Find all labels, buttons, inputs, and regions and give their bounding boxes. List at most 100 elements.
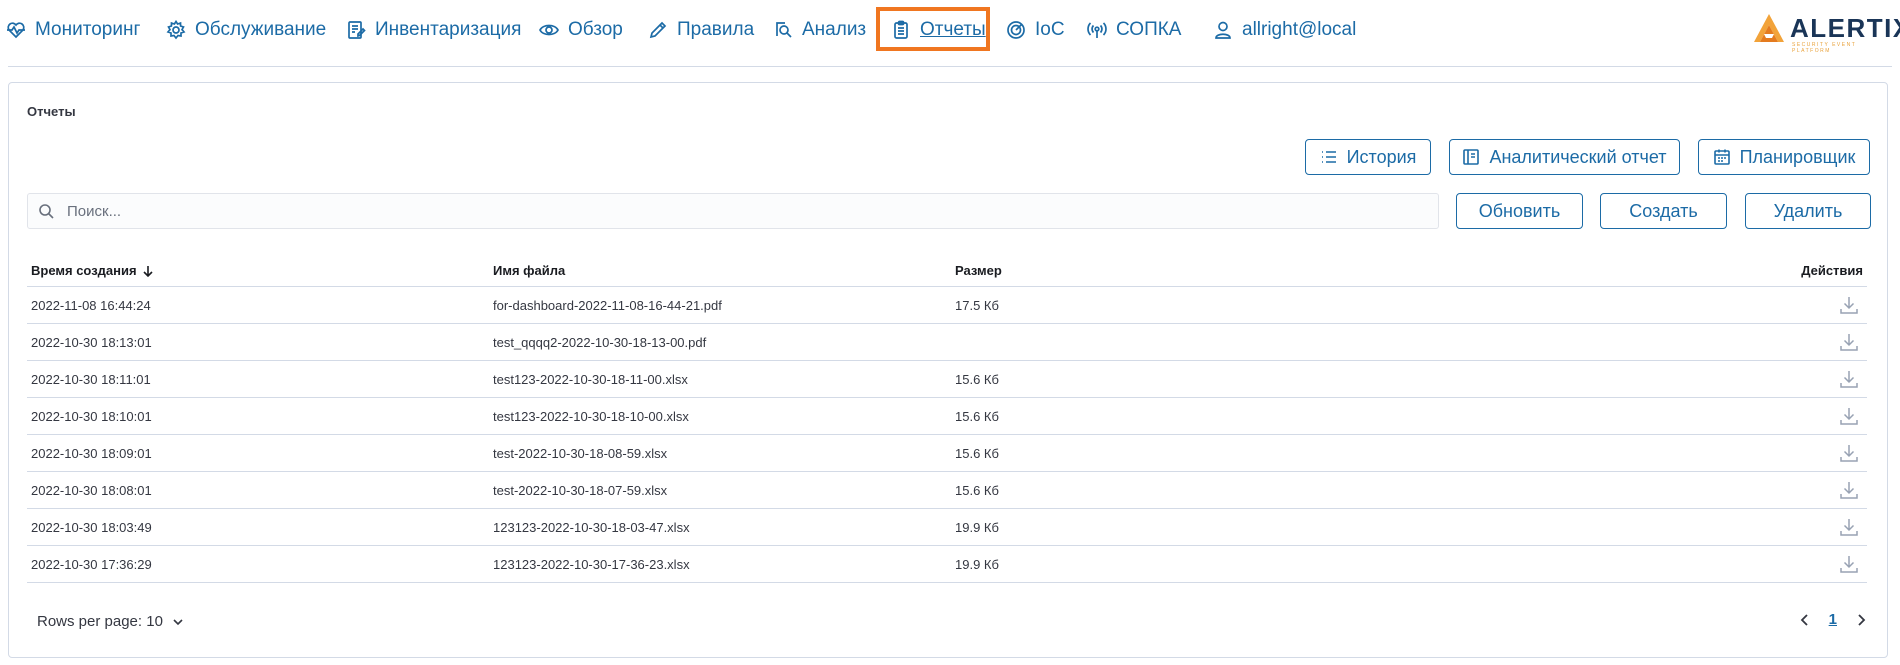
- panel-title: Отчеты: [27, 104, 76, 119]
- pagination: 1: [1797, 611, 1869, 628]
- cell-size: 19.9 Кб: [955, 520, 999, 535]
- column-header-actions-label: Действия: [1801, 263, 1863, 278]
- column-header-filename: Имя файла: [493, 263, 565, 278]
- cell-size: 15.6 Кб: [955, 409, 999, 424]
- history-button[interactable]: История: [1305, 139, 1431, 175]
- download-icon: [1840, 408, 1858, 425]
- chevron-left-icon: [1800, 613, 1808, 626]
- cell-size: 15.6 Кб: [955, 483, 999, 498]
- table-row: 2022-10-30 18:10:01 test123-2022-10-30-1…: [27, 398, 1867, 435]
- scheduler-button[interactable]: Планировщик: [1698, 139, 1870, 175]
- next-page-button[interactable]: [1853, 612, 1869, 628]
- search-box: [27, 193, 1439, 229]
- download-button[interactable]: [1839, 295, 1859, 315]
- cell-size: 19.9 Кб: [955, 557, 999, 572]
- cell-filename: test123-2022-10-30-18-10-00.xlsx: [493, 409, 689, 424]
- reports-panel: Отчеты История Аналитический отчет Плани…: [8, 82, 1888, 658]
- scheduler-button-label: Планировщик: [1739, 146, 1856, 167]
- cell-filename: test-2022-10-30-18-07-59.xlsx: [493, 483, 668, 498]
- cell-filename: for-dashboard-2022-11-08-16-44-21.pdf: [493, 298, 722, 313]
- calendar-icon: [1713, 149, 1730, 165]
- table-row: 2022-10-30 18:09:01 test-2022-10-30-18-0…: [27, 435, 1867, 472]
- create-button[interactable]: Создать: [1600, 193, 1727, 229]
- nav-label: СОПКА: [1116, 19, 1182, 40]
- search-doc-icon: [776, 22, 792, 38]
- table-row: 2022-10-30 18:11:01 test123-2022-10-30-1…: [27, 361, 1867, 398]
- previous-page-button[interactable]: [1797, 612, 1813, 628]
- nav-item-rules[interactable]: Правила: [648, 18, 754, 42]
- column-header-filename-label: Имя файла: [493, 263, 566, 278]
- gear-icon: [166, 20, 186, 40]
- column-header-actions: Действия: [1801, 263, 1863, 278]
- nav-item-monitoring[interactable]: Мониторинг: [6, 18, 140, 42]
- top-navigation: Мониторинг Обслуживание Инвентаризация О…: [0, 0, 1900, 66]
- download-icon: [1840, 334, 1858, 351]
- nav-item-inventory[interactable]: Инвентаризация: [346, 18, 521, 42]
- alertix-logo: ALERTIX SECURITY EVENT PLATFORM: [1752, 12, 1900, 54]
- nav-item-overview[interactable]: Обзор: [539, 18, 623, 42]
- download-button[interactable]: [1839, 406, 1859, 426]
- chevron-right-icon: [1858, 613, 1866, 626]
- nav-item-maintenance[interactable]: Обслуживание: [166, 18, 326, 42]
- nav-divider: [8, 66, 1892, 67]
- download-button[interactable]: [1839, 517, 1859, 537]
- heart-pulse-icon: [7, 22, 25, 39]
- cell-filename: test_qqqq2-2022-10-30-18-13-00.pdf: [493, 335, 707, 350]
- nav-label: Инвентаризация: [375, 19, 522, 40]
- rows-per-page-select[interactable]: Rows per page: 10: [37, 613, 185, 630]
- refresh-button-label: Обновить: [1478, 200, 1561, 221]
- nav-label: allright@local: [1242, 19, 1357, 40]
- user-icon: [1215, 21, 1231, 39]
- active-nav-highlight: [876, 7, 990, 51]
- table-row: 2022-10-30 18:13:01 test_qqqq2-2022-10-3…: [27, 324, 1867, 361]
- nav-label: Обслуживание: [195, 19, 327, 40]
- cell-created: 2022-10-30 18:09:01: [31, 446, 152, 461]
- delete-button-label: Удалить: [1773, 200, 1843, 221]
- cell-created: 2022-10-30 18:11:01: [31, 372, 151, 387]
- nav-item-user[interactable]: allright@local: [1213, 18, 1356, 42]
- refresh-button[interactable]: Обновить: [1456, 193, 1583, 229]
- broadcast-icon: [1087, 22, 1107, 38]
- book-icon: [1463, 149, 1480, 165]
- nav-item-ioc[interactable]: IoC: [1006, 18, 1065, 42]
- nav-label: Правила: [677, 19, 755, 40]
- column-header-created[interactable]: Время создания: [31, 263, 155, 278]
- nav-item-sopka[interactable]: СОПКА: [1087, 18, 1181, 42]
- cell-size: 17.5 Кб: [955, 298, 999, 313]
- table-row: 2022-10-30 17:36:29 123123-2022-10-30-17…: [27, 546, 1867, 583]
- cell-filename: test123-2022-10-30-18-11-00.xlsx: [493, 372, 688, 387]
- column-header-size-label: Размер: [955, 263, 1002, 278]
- table-row: 2022-11-08 16:44:24 for-dashboard-2022-1…: [27, 287, 1867, 324]
- cell-created: 2022-10-30 18:08:01: [31, 483, 152, 498]
- download-button[interactable]: [1839, 480, 1859, 500]
- nav-label: IoC: [1035, 19, 1065, 40]
- download-button[interactable]: [1839, 554, 1859, 574]
- nav-item-analysis[interactable]: Анализ: [773, 18, 866, 42]
- cell-filename: test-2022-10-30-18-08-59.xlsx: [493, 446, 668, 461]
- analytic-report-button[interactable]: Аналитический отчет: [1449, 139, 1680, 175]
- cell-created: 2022-11-08 16:44:24: [31, 298, 151, 313]
- logo-tagline: SECURITY EVENT PLATFORM: [1792, 42, 1857, 54]
- download-icon: [1840, 371, 1858, 388]
- cell-size: 15.6 Кб: [955, 372, 999, 387]
- column-header-created-label: Время создания: [31, 263, 137, 278]
- download-button[interactable]: [1839, 443, 1859, 463]
- pencil-icon: [649, 21, 667, 39]
- table-row: 2022-10-30 18:03:49 123123-2022-10-30-18…: [27, 509, 1867, 546]
- create-button-label: Создать: [1629, 200, 1698, 221]
- search-input[interactable]: [65, 201, 1369, 221]
- download-button[interactable]: [1839, 369, 1859, 389]
- inventory-icon: [348, 21, 366, 39]
- download-icon: [1840, 482, 1858, 499]
- search-icon: [39, 204, 54, 219]
- download-icon: [1840, 556, 1858, 573]
- cell-size: 15.6 Кб: [955, 446, 999, 461]
- page-number-current[interactable]: 1: [1829, 611, 1837, 628]
- table-row: 2022-10-30 18:08:01 test-2022-10-30-18-0…: [27, 472, 1867, 509]
- chevron-down-icon: [173, 618, 183, 625]
- delete-button[interactable]: Удалить: [1745, 193, 1871, 229]
- cell-created: 2022-10-30 17:36:29: [31, 557, 152, 572]
- rows-per-page-label: Rows per page: 10: [37, 613, 163, 630]
- download-icon: [1840, 519, 1858, 536]
- download-button[interactable]: [1839, 332, 1859, 352]
